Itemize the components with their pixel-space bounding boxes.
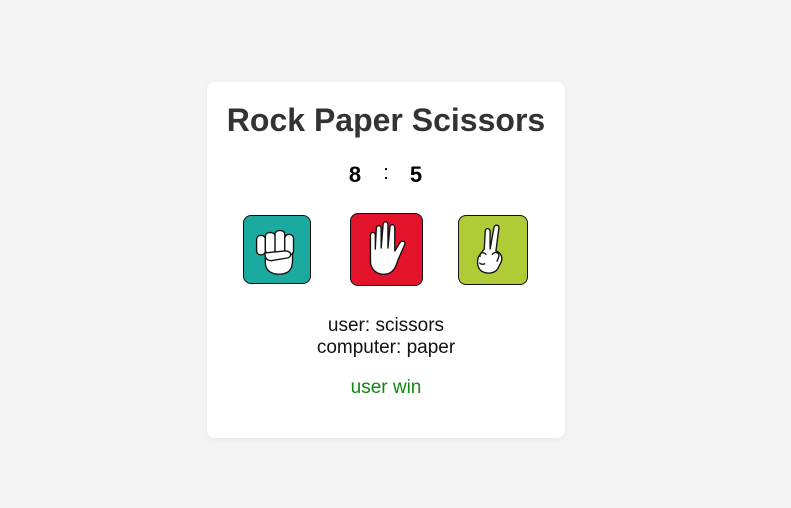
user-choice-text: user: scissors [327, 315, 445, 336]
fist-icon [255, 229, 295, 275]
page-title: Rock Paper Scissors [226, 102, 546, 138]
computer-score: 5 [409, 162, 423, 187]
game-card: Rock Paper Scissors 8 : 5 user: scissors… [207, 82, 565, 438]
score-separator: : [383, 162, 389, 184]
scissors-button[interactable] [458, 215, 528, 285]
paper-button[interactable] [350, 213, 423, 286]
computer-choice-text: computer: paper [316, 337, 456, 358]
open-hand-icon [369, 221, 406, 275]
peace-hand-icon [476, 224, 503, 274]
result-text: user win [350, 377, 422, 398]
rock-button[interactable] [243, 215, 311, 284]
user-score: 8 [348, 162, 362, 187]
scoreboard: 8 : 5 [207, 162, 565, 188]
